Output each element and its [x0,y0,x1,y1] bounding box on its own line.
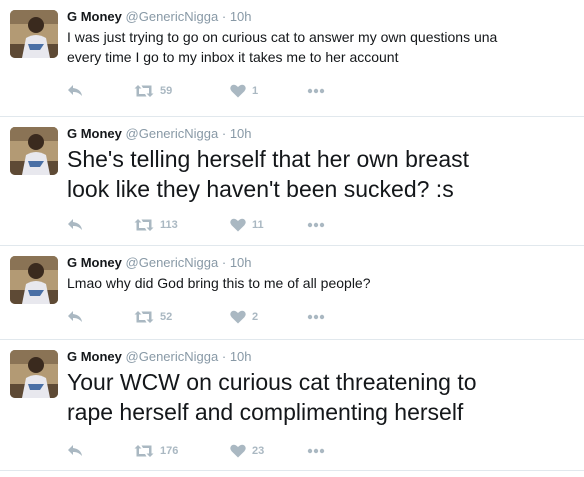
heart-icon [230,84,246,98]
display-name[interactable]: G Money [67,9,122,24]
tweet-text: Lmao why did God bring this to me of all… [67,273,576,293]
tweet-text-line: Lmao why did God bring this to me of all… [67,275,371,291]
reply-button[interactable] [67,441,83,461]
retweet-icon [134,219,154,231]
timestamp[interactable]: 10h [230,126,252,141]
more-dots-icon [307,222,325,228]
tweet-actions: 113 11 [67,215,367,235]
heart-icon [230,218,246,232]
reply-arrow-icon [68,311,82,322]
like-count: 23 [252,445,265,457]
separator: · [221,255,227,270]
retweet-count: 52 [160,311,173,323]
tweet-actions: 59 1 [67,81,367,101]
more-button[interactable] [307,215,325,235]
more-button[interactable] [307,307,325,327]
retweet-count: 113 [160,219,178,231]
username[interactable]: @GenericNigga [126,349,219,364]
tweet[interactable]: G Money @GenericNigga · 10h Your WCW on … [0,340,584,471]
timestamp[interactable]: 10h [230,9,252,24]
retweet-button[interactable]: 59 [134,81,172,101]
like-button[interactable]: 2 [230,307,258,327]
like-count: 2 [252,311,259,323]
tweet[interactable]: G Money @GenericNigga · 10h She's tellin… [0,117,584,246]
more-dots-icon [307,88,325,94]
avatar[interactable] [10,10,58,58]
more-button[interactable] [307,81,325,101]
tweet-text: She's telling herself that her own breas… [67,144,576,204]
tweet-actions: 52 2 [67,307,367,327]
tweet-actions: 176 23 [67,441,367,461]
separator: · [221,349,227,364]
tweet-text-line: rape herself and complimenting herself [67,399,464,425]
tweet-text-line: She's telling herself that her own breas… [67,146,470,172]
retweet-button[interactable]: 52 [134,307,172,327]
like-button[interactable]: 1 [230,81,258,101]
username[interactable]: @GenericNigga [126,255,219,270]
display-name[interactable]: G Money [67,349,122,364]
reply-arrow-icon [68,445,82,456]
tweet-text-line: every time I go to my inbox it takes me … [67,49,399,65]
retweet-button[interactable]: 113 [134,215,178,235]
timestamp[interactable]: 10h [230,255,252,270]
reply-arrow-icon [68,85,82,96]
like-count: 11 [252,219,264,231]
retweet-icon [134,445,154,457]
username[interactable]: @GenericNigga [126,9,219,24]
reply-button[interactable] [67,81,83,101]
like-count: 1 [252,85,259,97]
retweet-icon [134,311,154,323]
tweet[interactable]: G Money @GenericNigga · 10h Lmao why did… [0,246,584,340]
tweet-text-line: Your WCW on curious cat threatening to [67,369,477,395]
tweet[interactable]: G Money @GenericNigga · 10h I was just t… [0,0,584,117]
separator: · [221,126,227,141]
display-name[interactable]: G Money [67,126,122,141]
avatar[interactable] [10,127,58,175]
timestamp[interactable]: 10h [230,349,252,364]
heart-icon [230,310,246,324]
retweet-icon [134,85,154,97]
display-name[interactable]: G Money [67,255,122,270]
tweet-text-line: I was just trying to go on curious cat t… [67,29,498,45]
retweet-button[interactable]: 176 [134,441,178,461]
more-dots-icon [307,314,325,320]
tweet-text-line: look like they haven't been sucked? :s [67,176,454,202]
reply-arrow-icon [68,219,82,230]
retweet-count: 59 [160,85,173,97]
username[interactable]: @GenericNigga [126,126,219,141]
like-button[interactable]: 11 [230,215,264,235]
avatar[interactable] [10,256,58,304]
tweet-text: Your WCW on curious cat threatening to r… [67,367,576,427]
avatar[interactable] [10,350,58,398]
tweet-timeline: G Money @GenericNigga · 10h I was just t… [0,0,584,477]
more-button[interactable] [307,441,325,461]
more-dots-icon [307,448,325,454]
retweet-count: 176 [160,445,179,457]
reply-button[interactable] [67,307,83,327]
heart-icon [230,444,246,458]
reply-button[interactable] [67,215,83,235]
tweet-text: I was just trying to go on curious cat t… [67,27,576,67]
like-button[interactable]: 23 [230,441,264,461]
separator: · [221,9,227,24]
